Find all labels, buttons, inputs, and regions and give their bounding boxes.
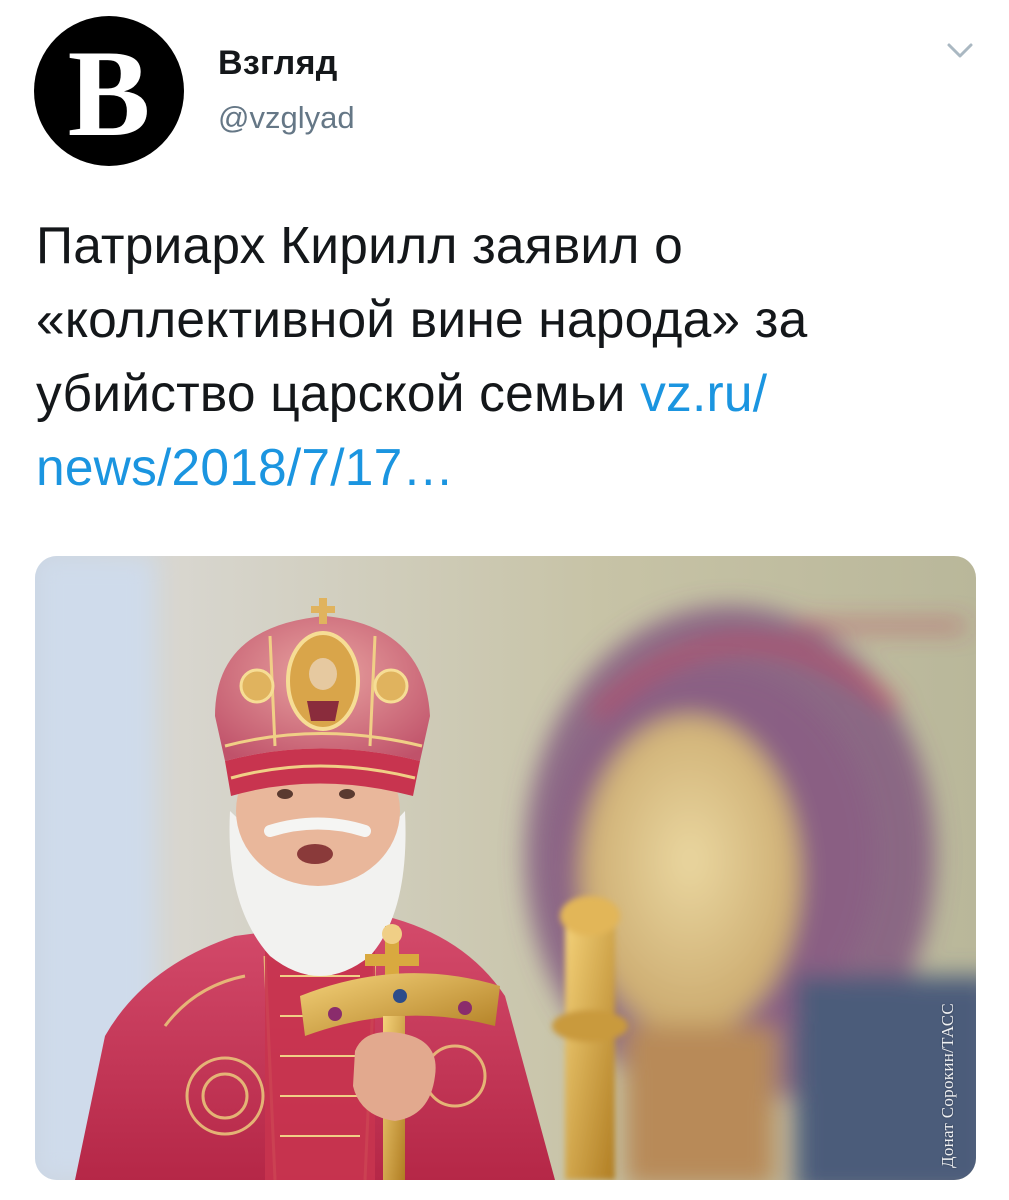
tweet-photo[interactable]: Донат Сорокин/ТАСС xyxy=(35,556,976,1180)
avatar-logo-letter: В xyxy=(67,25,151,162)
chevron-down-icon[interactable] xyxy=(940,36,980,66)
user-handle[interactable]: @vzglyad xyxy=(218,100,355,136)
display-name[interactable]: Взгляд xyxy=(218,44,338,83)
avatar[interactable]: В xyxy=(34,16,184,166)
photo-illustration xyxy=(35,556,976,1180)
tweet-text: Патриарх Кирилл заявил о «коллективной в… xyxy=(36,208,981,504)
tweet-link-part1: vz.ru/ xyxy=(640,364,768,422)
tweet-card: В Взгляд @vzglyad Патриарх Кирилл заявил… xyxy=(0,0,1009,1200)
tweet-link-part2: news/2018/7/17… xyxy=(36,438,455,496)
photo-credit: Донат Сорокин/ТАСС xyxy=(938,1002,957,1168)
